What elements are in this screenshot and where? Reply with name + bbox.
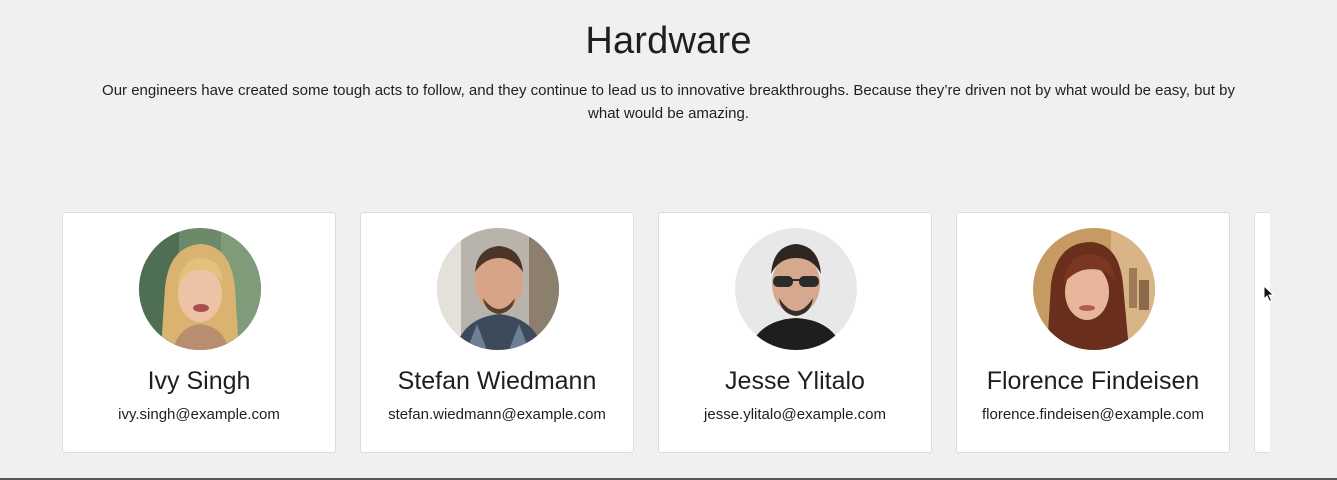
avatar [1033,228,1155,350]
avatar [139,228,261,350]
member-email[interactable]: ivy.singh@example.com [63,406,335,423]
section-description: Our engineers have created some tough ac… [102,82,1235,122]
section-title: Hardware [585,20,752,62]
team-carousel[interactable]: Ivy Singh ivy.singh@example.com Stefan W… [62,212,1270,455]
team-card[interactable]: Jesse Ylitalo jesse.ylitalo@example.com [658,212,932,453]
member-email[interactable]: stefan.wiedmann@example.com [361,406,633,423]
team-card[interactable]: Stefan Wiedmann stefan.wiedmann@example.… [360,212,634,453]
mouse-pointer-icon [1263,284,1275,308]
team-card[interactable]: Florence Findeisen florence.findeisen@ex… [956,212,1230,453]
avatar [437,228,559,350]
member-email[interactable]: florence.findeisen@example.com [957,406,1229,423]
member-name: Ivy Singh [147,367,251,395]
team-card-partial[interactable] [1254,212,1270,453]
member-name: Jesse Ylitalo [725,367,865,395]
avatar [735,228,857,350]
team-card[interactable]: Ivy Singh ivy.singh@example.com [62,212,336,453]
member-email[interactable]: jesse.ylitalo@example.com [659,406,931,423]
member-name: Florence Findeisen [986,367,1200,395]
member-name: Stefan Wiedmann [397,367,597,395]
